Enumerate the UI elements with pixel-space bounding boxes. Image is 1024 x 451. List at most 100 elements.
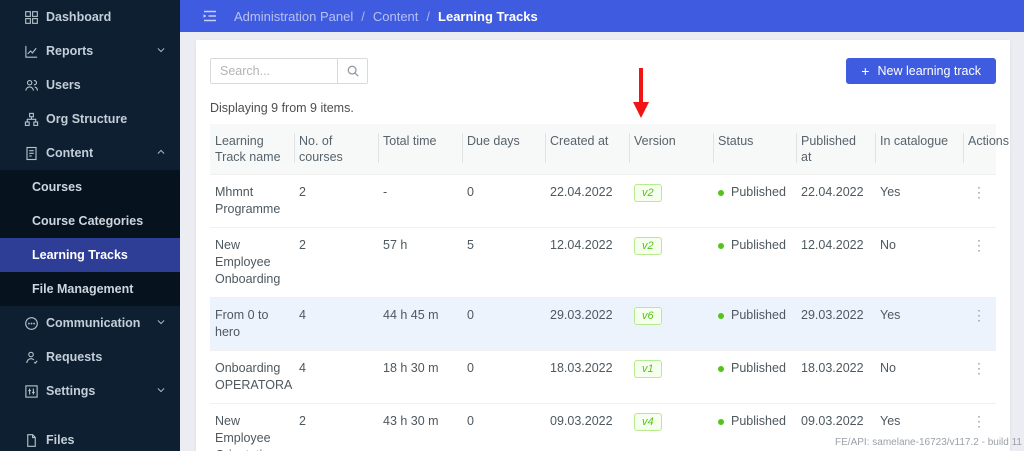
row-actions-kebab-icon[interactable]: ⋮ (968, 307, 990, 323)
table-row[interactable]: Onboarding OPERATORA 4 18 h 30 m 0 18.03… (210, 350, 996, 404)
breadcrumb-separator: / (426, 8, 431, 24)
row-actions-kebab-icon[interactable]: ⋮ (968, 413, 990, 429)
new-learning-track-button[interactable]: + New learning track (846, 58, 996, 84)
chevron-up-icon (156, 146, 166, 160)
cell-total-time: 44 h 45 m (383, 308, 439, 322)
sidebar-item-learning-tracks[interactable]: Learning Tracks (0, 238, 180, 272)
table-toolbar: + New learning track (210, 58, 996, 84)
cell-name: Onboarding OPERATORA (215, 361, 293, 392)
sidebar-item-course-categories[interactable]: Course Categories (0, 204, 180, 238)
status-dot-icon (718, 418, 724, 425)
sidebar-item-reports[interactable]: Reports (0, 34, 180, 68)
cell-due-days: 0 (467, 361, 474, 375)
breadcrumb: Administration Panel / Content / Learnin… (234, 9, 538, 24)
sidebar-item-courses[interactable]: Courses (0, 170, 180, 204)
col-header-created-at[interactable]: Created at (545, 124, 629, 175)
sidebar-item-label: Courses (32, 180, 83, 194)
menu-fold-icon[interactable] (202, 8, 218, 24)
col-header-published-at[interactable]: Published at (796, 124, 875, 175)
search-input[interactable] (211, 59, 337, 83)
sidebar-item-files[interactable]: Files (0, 423, 180, 451)
cell-created-at: 12.04.2022 (550, 238, 613, 252)
learning-tracks-table: Learning Track name No. of courses Total… (210, 124, 1009, 451)
status-dot-icon (718, 189, 724, 196)
version-badge: v2 (634, 184, 662, 202)
sidebar-item-label: Settings (46, 384, 96, 398)
sidebar-item-communication[interactable]: Communication (0, 306, 180, 340)
cell-created-at: 22.04.2022 (550, 185, 613, 199)
chevron-down-icon (156, 44, 166, 58)
main-content: + New learning track Displaying 9 from 9… (180, 32, 1024, 451)
status-label: Published (731, 414, 786, 428)
cell-courses: 2 (299, 414, 306, 428)
breadcrumb-admin-panel[interactable]: Administration Panel (234, 9, 353, 24)
version-badge: v2 (634, 237, 662, 255)
table-row[interactable]: Mhmnt Programme 2 - 0 22.04.2022 v2 Publ… (210, 174, 996, 228)
topbar: Administration Panel / Content / Learnin… (180, 0, 1024, 32)
col-header-courses[interactable]: No. of courses (294, 124, 378, 175)
row-actions-kebab-icon[interactable]: ⋮ (968, 360, 990, 376)
cell-created-at: 29.03.2022 (550, 308, 613, 322)
cell-total-time: 43 h 30 m (383, 414, 439, 428)
sidebar-item-file-management[interactable]: File Management (0, 272, 180, 306)
sidebar-item-label: Org Structure (46, 112, 128, 126)
table-row[interactable]: New Employee Onboarding 2 57 h 5 12.04.2… (210, 227, 996, 298)
col-header-total-time[interactable]: Total time (378, 124, 462, 175)
col-header-status[interactable]: Status (713, 124, 796, 175)
sidebar-item-label: Users (46, 78, 81, 92)
files-icon (23, 432, 39, 448)
cell-name: From 0 to hero (215, 308, 269, 339)
cell-due-days: 0 (467, 308, 474, 322)
cell-total-time: 18 h 30 m (383, 361, 439, 375)
sidebar-item-label: Communication (46, 316, 141, 330)
cell-due-days: 5 (467, 238, 474, 252)
sidebar-item-label: File Management (32, 282, 134, 296)
build-info: FE/API: samelane-16723/v117.2 - build 11 (835, 437, 1022, 448)
cell-courses: 4 (299, 308, 306, 322)
cell-courses: 2 (299, 185, 306, 199)
table-row[interactable]: From 0 to hero 4 44 h 45 m 0 29.03.2022 … (210, 297, 996, 351)
org-structure-icon (23, 111, 39, 127)
sidebar: Dashboard Reports Users Org Structure Co… (0, 0, 180, 451)
sidebar-item-content[interactable]: Content (0, 136, 180, 170)
sidebar-item-org-structure[interactable]: Org Structure (0, 102, 180, 136)
sidebar-item-users[interactable]: Users (0, 68, 180, 102)
cell-total-time: 57 h (383, 238, 408, 252)
sidebar-item-requests[interactable]: Requests (0, 340, 180, 374)
row-actions-kebab-icon[interactable]: ⋮ (968, 184, 990, 200)
users-icon (23, 77, 39, 93)
content-submenu: Courses Course Categories Learning Track… (0, 170, 180, 306)
version-badge: v4 (634, 413, 662, 431)
sidebar-item-label: Content (46, 146, 94, 160)
new-learning-track-label: New learning track (877, 64, 981, 78)
search-icon[interactable] (337, 59, 367, 83)
table-header-row: Learning Track name No. of courses Total… (210, 124, 1009, 175)
dashboard-icon (23, 9, 39, 25)
version-badge: v6 (634, 307, 662, 325)
sidebar-item-label: Learning Tracks (32, 248, 128, 262)
requests-icon (23, 349, 39, 365)
cell-published-at: 18.03.2022 (801, 361, 864, 375)
results-summary: Displaying 9 from 9 items. (210, 101, 354, 115)
sidebar-item-dashboard[interactable]: Dashboard (0, 0, 180, 34)
col-header-in-catalogue[interactable]: In catalogue (875, 124, 963, 175)
status-label: Published (731, 308, 786, 322)
col-header-version[interactable]: Version (629, 124, 713, 175)
plus-icon: + (861, 63, 870, 79)
sidebar-item-settings[interactable]: Settings (0, 374, 180, 408)
cell-published-at: 22.04.2022 (801, 185, 864, 199)
col-header-due-days[interactable]: Due days (462, 124, 545, 175)
cell-created-at: 18.03.2022 (550, 361, 613, 375)
breadcrumb-learning-tracks: Learning Tracks (438, 8, 538, 24)
cell-published-at: 29.03.2022 (801, 308, 864, 322)
cell-name: New Employee Onboarding (215, 238, 281, 286)
row-actions-kebab-icon[interactable]: ⋮ (968, 237, 990, 253)
col-header-name[interactable]: Learning Track name (210, 124, 294, 175)
breadcrumb-content[interactable]: Content (373, 9, 419, 24)
sidebar-item-label: Requests (46, 350, 103, 364)
status-dot-icon (718, 365, 724, 372)
sidebar-item-label: Reports (46, 44, 94, 58)
status-dot-icon (718, 312, 724, 319)
status-label: Published (731, 185, 786, 199)
